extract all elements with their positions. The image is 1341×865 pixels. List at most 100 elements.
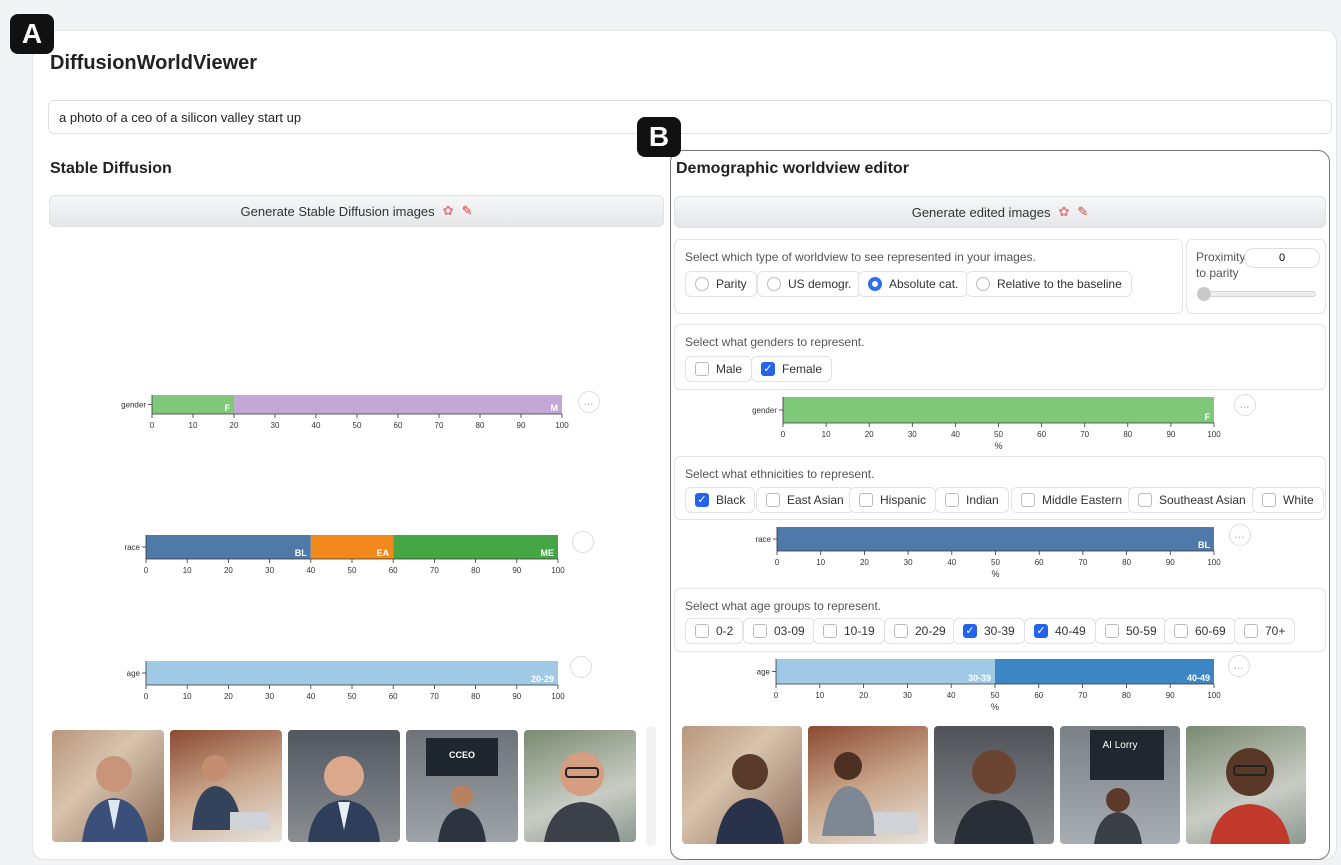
proximity-slider[interactable]	[1197, 287, 1316, 301]
chart-menu-button[interactable]: …	[1234, 394, 1256, 416]
radio-circle	[767, 277, 781, 291]
radio-label: Relative to the baseline	[997, 277, 1122, 291]
checkbox-box	[766, 493, 780, 507]
checkbox-label: Indian	[966, 493, 999, 507]
ages-checkbox-40-49[interactable]: ✓ 40-49	[1024, 618, 1096, 644]
genders-label: Select what genders to represent.	[685, 335, 865, 349]
radio-us-demogr[interactable]: US demogr.	[757, 271, 862, 297]
checkbox-box	[753, 624, 767, 638]
ages-checkbox-03-09[interactable]: 03-09	[743, 618, 815, 644]
sd-image-gallery: CCEO	[49, 726, 661, 846]
radio-circle	[976, 277, 990, 291]
person-icon	[544, 752, 620, 842]
generate-sd-label: Generate Stable Diffusion images	[240, 203, 435, 219]
radio-label: Absolute cat.	[889, 277, 959, 291]
ethnicities-checkbox-middle-eastern[interactable]: Middle Eastern	[1011, 487, 1133, 513]
worldview-type-label: Select which type of worldview to see re…	[685, 250, 1036, 264]
checkbox-label: 20-29	[915, 624, 946, 638]
radio-parity[interactable]: Parity	[685, 271, 757, 297]
prompt-input[interactable]	[48, 100, 1332, 134]
checkbox-box	[695, 624, 709, 638]
checkbox-label: 60-69	[1195, 624, 1226, 638]
ages-checkbox-20-29[interactable]: 20-29	[884, 618, 956, 644]
checkbox-label: East Asian	[787, 493, 844, 507]
ceo-image-2[interactable]	[170, 730, 282, 842]
ceo-image-1[interactable]	[52, 730, 164, 842]
checkbox-box	[1244, 624, 1258, 638]
checkbox-label: Black	[716, 493, 746, 507]
ethnicities-checkbox-hispanic[interactable]: Hispanic	[849, 487, 937, 513]
checkbox-box	[1262, 493, 1276, 507]
checkbox-box	[859, 493, 873, 507]
person-icon	[822, 752, 918, 836]
ages-checkbox-50-59[interactable]: 50-59	[1095, 618, 1167, 644]
edited-image-5[interactable]	[1186, 726, 1306, 844]
edited-image-2[interactable]	[808, 726, 928, 844]
chart-menu-button[interactable]	[570, 656, 592, 678]
editor-heading: Demographic worldview editor	[676, 160, 909, 177]
edited-image-3[interactable]	[934, 726, 1054, 844]
ages-label: Select what age groups to represent.	[685, 599, 882, 613]
brush-icon: ✎	[461, 203, 473, 218]
ethnicities-checkbox-black[interactable]: ✓ Black	[685, 487, 756, 513]
ethnicities-label: Select what ethnicities to represent.	[685, 467, 875, 481]
gallery-scrollbar[interactable]	[646, 726, 656, 846]
checkbox-label: White	[1283, 493, 1314, 507]
genders-checkbox-female[interactable]: ✓ Female	[751, 356, 833, 382]
checkbox-checked: ✓	[963, 624, 977, 638]
edited-image-4[interactable]: AI Lorry	[1060, 726, 1180, 844]
palette-icon: ✿	[1058, 204, 1070, 219]
genders-checkbox-male[interactable]: Male	[685, 356, 753, 382]
ages-checkbox-60-69[interactable]: 60-69	[1164, 618, 1236, 644]
person-icon	[716, 754, 784, 844]
proximity-input[interactable]	[1244, 248, 1320, 268]
radio-relative-baseline[interactable]: Relative to the baseline	[966, 271, 1132, 297]
ethnicities-checkbox-indian[interactable]: Indian	[935, 487, 1009, 513]
checkbox-label: 70+	[1265, 624, 1286, 638]
ages-checkbox-70-[interactable]: 70+	[1234, 618, 1296, 644]
ages-checkbox-0-2[interactable]: 0-2	[685, 618, 744, 644]
checkbox-label: 50-59	[1126, 624, 1157, 638]
checkbox-checked: ✓	[761, 362, 775, 376]
ceo-image-3[interactable]	[288, 730, 400, 842]
chart-menu-button[interactable]: …	[1228, 655, 1250, 677]
ethnicities-checkbox-east-asian[interactable]: East Asian	[756, 487, 854, 513]
checkbox-box	[1174, 624, 1188, 638]
radio-absolute-cat[interactable]: Absolute cat.	[858, 271, 969, 297]
checkbox-box	[695, 362, 709, 376]
checkbox-label: Southeast Asian	[1159, 493, 1246, 507]
checkbox-label: 40-49	[1055, 624, 1086, 638]
ages-checkbox-10-19[interactable]: 10-19	[813, 618, 885, 644]
checkbox-label: Male	[716, 362, 743, 376]
checkbox-label: 0-2	[716, 624, 734, 638]
person-icon	[954, 750, 1034, 844]
svg-text:AI Lorry: AI Lorry	[1102, 740, 1137, 751]
checkbox-box	[823, 624, 837, 638]
generate-sd-button[interactable]: Generate Stable Diffusion images ✿ ✎	[49, 195, 664, 227]
chart-menu-button[interactable]: …	[578, 391, 600, 413]
chart-menu-button[interactable]: …	[1229, 524, 1251, 546]
person-icon	[1210, 748, 1290, 844]
edited-image-1[interactable]	[682, 726, 802, 844]
checkbox-label: 10-19	[844, 624, 875, 638]
ethnicities-checkbox-white[interactable]: White	[1252, 487, 1324, 513]
radio-label: US demogr.	[788, 277, 852, 291]
chart-menu-button[interactable]	[572, 531, 594, 553]
checkbox-box	[1105, 624, 1119, 638]
ages-checkbox-30-39[interactable]: ✓ 30-39	[953, 618, 1025, 644]
person-icon: AI Lorry	[1090, 730, 1164, 844]
badge-a: A	[10, 14, 54, 54]
radio-circle	[695, 277, 709, 291]
generate-edited-button[interactable]: Generate edited images ✿ ✎	[674, 196, 1326, 228]
person-icon	[82, 756, 148, 842]
checkbox-box	[1021, 493, 1035, 507]
person-icon	[192, 755, 270, 830]
palette-icon: ✿	[442, 203, 454, 218]
slider-handle[interactable]	[1197, 287, 1211, 301]
ceo-image-5[interactable]	[524, 730, 636, 842]
brush-icon: ✎	[1077, 204, 1089, 219]
ethnicities-checkbox-southeast-asian[interactable]: Southeast Asian	[1128, 487, 1256, 513]
person-icon	[308, 756, 380, 842]
edited-image-gallery: AI Lorry	[680, 724, 1320, 846]
ceo-image-4[interactable]: CCEO	[406, 730, 518, 842]
